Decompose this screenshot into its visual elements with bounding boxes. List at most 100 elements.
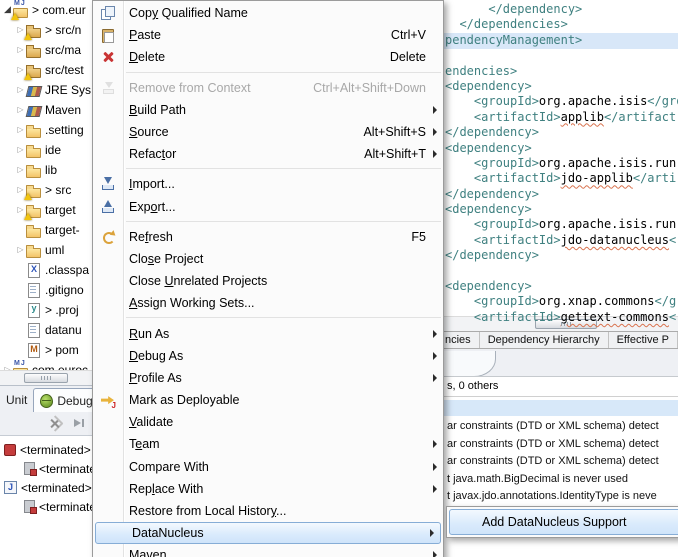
debug-launch-row[interactable]: <terminated> xyxy=(0,478,93,497)
tree-item-jre-sys[interactable]: ▷ JRE Sys xyxy=(0,80,93,100)
xml-tag-token: < xyxy=(669,310,676,324)
datanucleus-submenu: Add DataNucleus Support xyxy=(446,506,678,538)
debug-row-label: <terminate xyxy=(39,462,93,476)
tree-item-src-ma[interactable]: ▷src/ma xyxy=(0,40,93,60)
tree-item-lib[interactable]: ▷lib xyxy=(0,160,93,180)
xml-text-token: org.apache.isis.run xyxy=(539,156,676,170)
tree-item-target[interactable]: ▷target xyxy=(0,200,93,220)
menu-item-debug-as[interactable]: Debug As xyxy=(93,345,443,367)
editor-line: <dependency> xyxy=(445,279,678,294)
menu-item-maven[interactable]: Maven xyxy=(93,544,443,557)
tree-item-label: .setting xyxy=(45,123,84,137)
collapsed-twisty-icon[interactable]: ▷ xyxy=(15,100,26,120)
remove-terminated-icon[interactable] xyxy=(47,415,64,432)
menu-item-remove-from-context[interactable]: Remove from ContextCtrl+Alt+Shift+Down xyxy=(93,77,443,99)
tree-item-com-eur[interactable]: ◢MJ> com.eur xyxy=(0,0,93,20)
problem-row[interactable]: t javax.jdo.annotations.IdentityType is … xyxy=(443,488,678,506)
tree-item-datanu[interactable]: datanu xyxy=(0,320,93,340)
tree-item-proj[interactable]: > .proj xyxy=(0,300,93,320)
menu-item-close-project[interactable]: Close Project xyxy=(93,248,443,270)
menu-item-refresh[interactable]: RefreshF5 xyxy=(93,226,443,248)
menu-item-add-datanucleus-support[interactable]: Add DataNucleus Support xyxy=(449,509,678,535)
xml-text-token: org.apache.isis.run xyxy=(539,217,676,231)
menu-item-mark-as-deployable[interactable]: Mark as Deployable xyxy=(93,389,443,411)
remove-context-icon xyxy=(100,80,116,96)
editor-line: </dependency> xyxy=(445,248,678,263)
menu-item-team[interactable]: Team xyxy=(93,433,443,455)
tree-item-label: JRE Sys xyxy=(45,83,91,97)
menu-item-icon-column xyxy=(93,176,123,192)
scrollbar-thumb[interactable] xyxy=(24,373,68,383)
menu-item-copy-qualified-name[interactable]: Copy Qualified Name xyxy=(93,2,443,24)
tree-item-target[interactable]: target- xyxy=(0,220,93,240)
pom-xml-editor[interactable]: </dependency> </dependencies>pendencyMan… xyxy=(441,0,678,331)
menu-item-run-as[interactable]: Run As xyxy=(93,322,443,344)
menu-item-compare-with[interactable]: Compare With xyxy=(93,456,443,478)
paste-icon xyxy=(100,27,116,43)
tree-item-uml[interactable]: ▷uml xyxy=(0,240,93,260)
menu-item-label: Import... xyxy=(123,177,430,191)
tab-dependencies[interactable]: ncies xyxy=(443,332,480,348)
menu-item-label: Add DataNucleus Support xyxy=(450,515,678,529)
collapsed-twisty-icon[interactable]: ▷ xyxy=(15,140,26,160)
xml-tag-token: <artifactId> xyxy=(445,233,561,247)
tree-item-src-test[interactable]: ▷src/test xyxy=(0,60,93,80)
menu-item-label: Validate xyxy=(123,415,430,429)
menu-item-assign-working-sets[interactable]: Assign Working Sets... xyxy=(93,292,443,314)
tree-item-classpa[interactable]: .classpa xyxy=(0,260,93,280)
menu-item-refactor[interactable]: RefactorAlt+Shift+T xyxy=(93,143,443,165)
tab-effective-pom[interactable]: Effective P xyxy=(609,332,678,348)
file-text-icon xyxy=(26,283,42,298)
menu-item-shortcut: F5 xyxy=(411,230,426,244)
tree-item-gitigno[interactable]: .gitigno xyxy=(0,280,93,300)
problem-row[interactable]: t java.math.BigDecimal is never used xyxy=(443,471,678,489)
problem-row[interactable]: ar constraints (DTD or XML schema) detec… xyxy=(443,418,678,436)
package-explorer-hscrollbar[interactable] xyxy=(0,370,93,385)
tree-item-maven[interactable]: ▷Maven xyxy=(0,100,93,120)
menu-item-import[interactable]: Import... xyxy=(93,173,443,195)
debug-process-row[interactable]: <terminate xyxy=(0,459,93,478)
tab-junit[interactable]: Unit xyxy=(0,388,33,411)
tree-item-pom[interactable]: > pom xyxy=(0,340,93,360)
problem-row-selected[interactable] xyxy=(443,400,678,416)
package-explorer-tree: ◢MJ> com.eur▷> src/n▷src/ma▷src/test▷JRE… xyxy=(0,0,93,385)
menu-item-validate[interactable]: Validate xyxy=(93,411,443,433)
menu-item-replace-with[interactable]: Replace With xyxy=(93,478,443,500)
tab-junit-label: Unit xyxy=(6,393,27,407)
menu-item-label: Close Unrelated Projects xyxy=(123,274,430,288)
menu-item-delete[interactable]: DeleteDelete xyxy=(93,46,443,68)
collapsed-twisty-icon[interactable]: ▷ xyxy=(15,40,26,60)
resume-icon[interactable] xyxy=(71,415,88,432)
menu-item-profile-as[interactable]: Profile As xyxy=(93,367,443,389)
menu-item-icon-column xyxy=(93,5,123,21)
xml-tag-token: </arti xyxy=(633,171,676,185)
tree-item-src[interactable]: ▷> src xyxy=(0,180,93,200)
problem-row[interactable]: ar constraints (DTD or XML schema) detec… xyxy=(443,453,678,471)
menu-item-build-path[interactable]: Build Path xyxy=(93,99,443,121)
tree-item-setting[interactable]: ▷ .setting xyxy=(0,120,93,140)
collapsed-twisty-icon[interactable]: ▷ xyxy=(15,160,26,180)
collapsed-twisty-icon[interactable]: ▷ xyxy=(15,80,26,100)
menu-item-restore-from-local-history[interactable]: Restore from Local History... xyxy=(93,500,443,522)
menu-item-label: Refactor xyxy=(123,147,364,161)
collapsed-twisty-icon[interactable]: ▷ xyxy=(15,120,26,140)
tab-dependency-hierarchy[interactable]: Dependency Hierarchy xyxy=(480,332,609,348)
menu-item-close-unrelated-projects[interactable]: Close Unrelated Projects xyxy=(93,270,443,292)
menu-item-export[interactable]: Export... xyxy=(93,196,443,218)
editor-text[interactable]: </dependency> </dependencies>pendencyMan… xyxy=(445,2,678,325)
debug-launch-row[interactable]: <terminated> xyxy=(0,440,93,459)
tab-label: Dependency Hierarchy xyxy=(488,334,600,346)
folder-icon xyxy=(26,243,42,258)
debug-process-row[interactable]: <terminate xyxy=(0,497,93,516)
tab-debug[interactable]: Debug xyxy=(33,388,93,412)
tree-item-ide[interactable]: ▷ide xyxy=(0,140,93,160)
menu-item-datanucleus[interactable]: DataNucleus xyxy=(95,522,441,544)
collapsed-twisty-icon[interactable]: ▷ xyxy=(15,240,26,260)
problem-row[interactable]: ar constraints (DTD or XML schema) detec… xyxy=(443,436,678,454)
tree-item-src-n[interactable]: ▷> src/n xyxy=(0,20,93,40)
menu-item-paste[interactable]: PasteCtrl+V xyxy=(93,24,443,46)
folder-icon xyxy=(26,163,42,178)
menu-item-source[interactable]: SourceAlt+Shift+S xyxy=(93,121,443,143)
tab-label: Effective P xyxy=(617,334,669,346)
menu-item-label: Mark as Deployable xyxy=(123,393,430,407)
